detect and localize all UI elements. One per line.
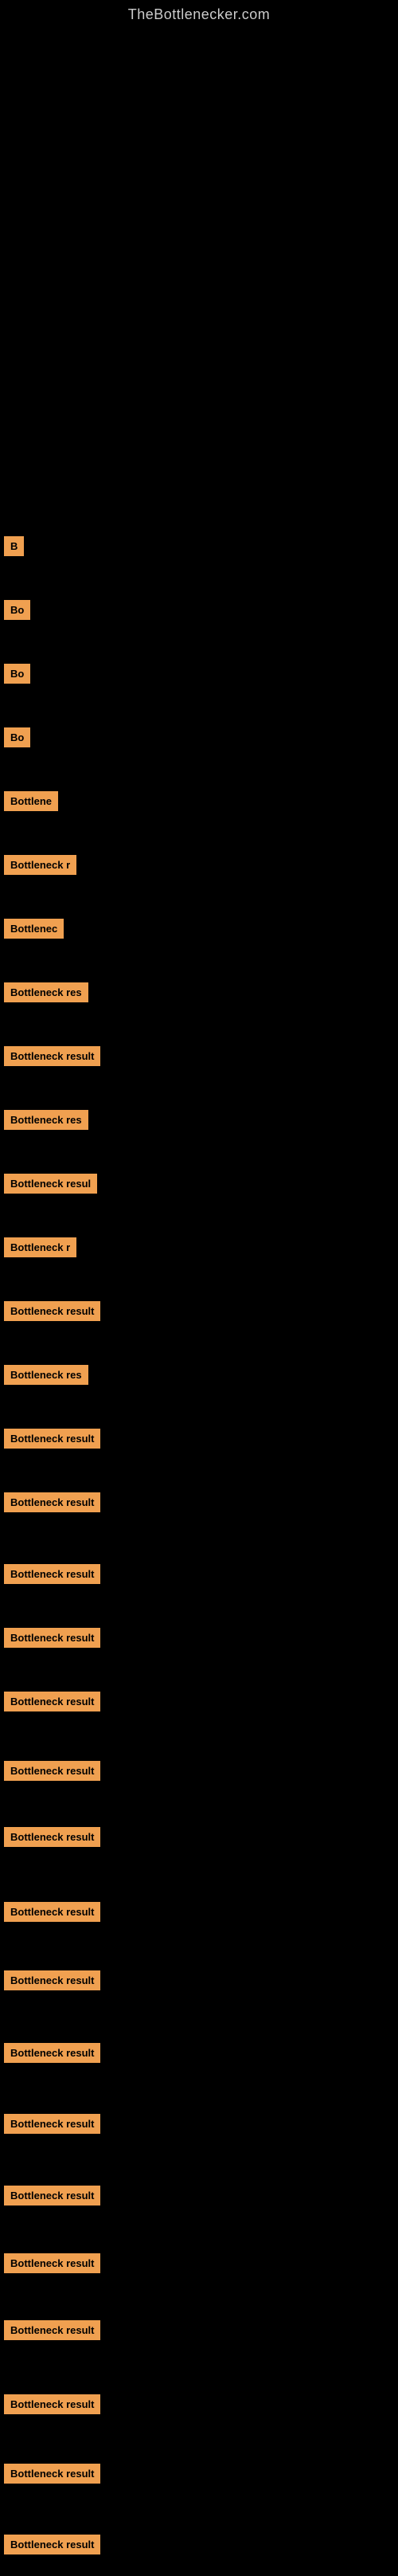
result-item: Bottleneck result [4,1970,100,1990]
result-label: Bottleneck result [4,2253,100,2273]
result-item: Bottleneck result [4,1827,100,1847]
result-label: Bottleneck result [4,1902,100,1922]
result-label: Bottleneck result [4,1827,100,1847]
result-label: Bo [4,664,30,684]
result-item: Bottleneck res [4,1365,88,1385]
result-item: Bottleneck result [4,2186,100,2205]
result-label: Bottleneck r [4,1237,76,1257]
result-label: Bottleneck result [4,2394,100,2414]
result-item: Bottleneck result [4,1564,100,1584]
result-label: Bottleneck res [4,982,88,1002]
result-item: Bottleneck result [4,1761,100,1781]
result-item: Bottleneck result [4,1301,100,1321]
result-item: Bottleneck result [4,2394,100,2414]
result-item: Bottleneck result [4,1429,100,1449]
result-item: Bottleneck result [4,2114,100,2134]
result-item: Bottleneck result [4,2464,100,2484]
result-label: Bottleneck result [4,2535,100,2554]
result-item: Bo [4,664,30,684]
result-label: Bottleneck result [4,1301,100,1321]
result-label: Bottleneck resul [4,1174,97,1194]
result-item: Bottleneck result [4,2253,100,2273]
result-item: Bottleneck result [4,2043,100,2063]
result-item: Bottleneck res [4,982,88,1002]
result-label: Bottlenec [4,919,64,939]
result-label: Bottleneck result [4,1564,100,1584]
result-label: Bottlene [4,791,58,811]
result-item: Bo [4,600,30,620]
result-item: Bottleneck res [4,1110,88,1130]
result-item: Bottlenec [4,919,64,939]
result-item: Bottleneck resul [4,1174,97,1194]
result-label: Bottleneck result [4,2186,100,2205]
result-label: Bottleneck res [4,1110,88,1130]
result-label: Bottleneck result [4,2114,100,2134]
result-item: Bottleneck r [4,1237,76,1257]
result-item: Bottleneck result [4,1692,100,1711]
result-item: Bottleneck result [4,1046,100,1066]
result-item: Bo [4,727,30,747]
result-label: Bottleneck result [4,1628,100,1648]
result-item: Bottlene [4,791,58,811]
result-label: Bottleneck result [4,1046,100,1066]
result-label: Bottleneck result [4,1692,100,1711]
result-label: Bottleneck result [4,2043,100,2063]
result-label: Bottleneck result [4,1761,100,1781]
result-label: Bottleneck result [4,1429,100,1449]
result-label: Bottleneck result [4,1970,100,1990]
result-label: Bottleneck result [4,2464,100,2484]
result-label: Bottleneck r [4,855,76,875]
result-label: Bottleneck result [4,1492,100,1512]
result-label: Bottleneck result [4,2320,100,2340]
result-item: B [4,536,24,556]
result-item: Bottleneck r [4,855,76,875]
result-item: Bottleneck result [4,1628,100,1648]
result-label: B [4,536,24,556]
site-title: TheBottlenecker.com [0,0,398,26]
result-item: Bottleneck result [4,1902,100,1922]
result-item: Bottleneck result [4,2535,100,2554]
result-item: Bottleneck result [4,2320,100,2340]
result-item: Bottleneck result [4,1492,100,1512]
result-label: Bottleneck res [4,1365,88,1385]
result-label: Bo [4,727,30,747]
result-label: Bo [4,600,30,620]
